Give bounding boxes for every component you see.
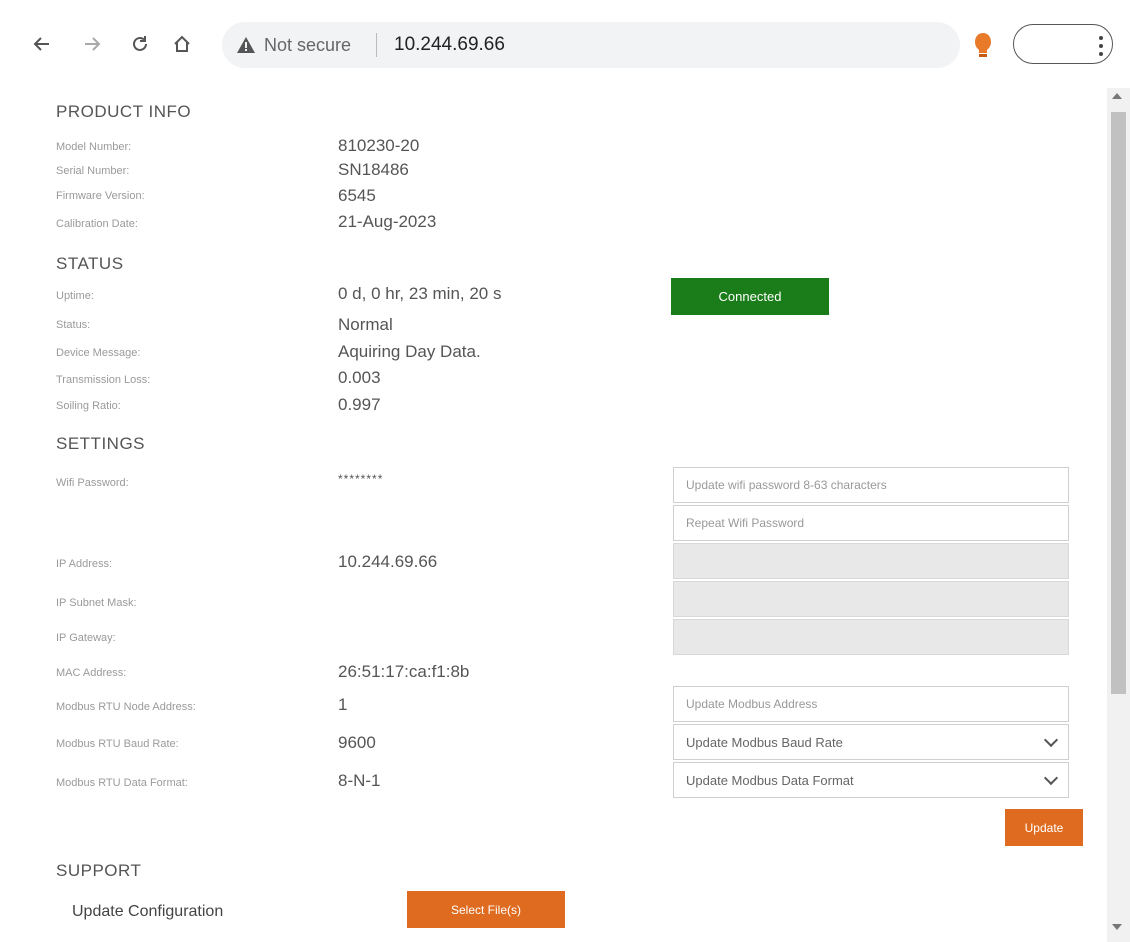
scrollbar-thumb[interactable] (1111, 112, 1126, 694)
firmware-version-value: 6545 (338, 186, 376, 205)
transmission-loss-value: 0.003 (338, 368, 381, 387)
scroll-up-icon[interactable] (1112, 93, 1122, 99)
calibration-date-value: 21-Aug-2023 (338, 212, 437, 231)
product-info-heading: PRODUCT INFO (56, 102, 192, 121)
update-button[interactable]: Update (1005, 809, 1083, 846)
soiling-ratio-label: Soiling Ratio: (56, 400, 121, 412)
soiling-ratio-value: 0.997 (338, 395, 381, 414)
scroll-down-icon[interactable] (1112, 924, 1122, 930)
modbus-baud-rate-label: Modbus RTU Baud Rate: (56, 738, 179, 750)
chevron-down-icon (1043, 732, 1059, 748)
wifi-password-input[interactable] (673, 467, 1069, 503)
modbus-data-format-value: 8-N-1 (338, 771, 381, 790)
modbus-baud-rate-select[interactable]: Update Modbus Baud Rate (673, 724, 1069, 760)
modbus-baud-rate-select-text: Update Modbus Baud Rate (686, 734, 843, 750)
connected-status-button[interactable]: Connected (671, 278, 829, 315)
extension-icon[interactable] (968, 30, 998, 60)
browser-toolbar: Not secure 10.244.69.66 (0, 0, 1130, 88)
modbus-data-format-label: Modbus RTU Data Format: (56, 777, 188, 789)
select-files-button[interactable]: Select File(s) (407, 891, 565, 928)
warning-icon[interactable] (236, 35, 256, 55)
address-bar[interactable]: Not secure 10.244.69.66 (222, 22, 960, 68)
modbus-baud-rate-value: 9600 (338, 733, 376, 752)
ip-subnet-mask-label: IP Subnet Mask: (56, 597, 137, 609)
mac-address-label: MAC Address: (56, 667, 127, 679)
mac-address-value: 26:51:17:ca:f1:8b (338, 662, 470, 681)
reload-icon[interactable] (128, 32, 152, 56)
ip-address-value: 10.244.69.66 (338, 552, 438, 571)
update-configuration-label: Update Configuration (72, 903, 224, 920)
wifi-password-repeat-input[interactable] (673, 505, 1069, 541)
status-heading: STATUS (56, 254, 124, 273)
ip-subnet-mask-input (673, 581, 1069, 617)
back-arrow-icon[interactable] (30, 32, 54, 56)
url-text[interactable]: 10.244.69.66 (394, 34, 505, 56)
uptime-value: 0 d, 0 hr, 23 min, 20 s (338, 284, 502, 303)
device-message-value: Aquiring Day Data. (338, 342, 481, 361)
wifi-password-value: ******** (338, 472, 384, 486)
ip-gateway-input (673, 619, 1069, 655)
support-heading: SUPPORT (56, 861, 142, 880)
serial-number-value: SN18486 (338, 160, 409, 179)
status-label: Status: (56, 319, 91, 331)
ip-gateway-label: IP Gateway: (56, 632, 116, 644)
model-number-value: 810230-20 (338, 136, 420, 155)
transmission-loss-label: Transmission Loss: (56, 374, 151, 386)
home-icon[interactable] (170, 32, 194, 56)
ip-address-label: IP Address: (56, 558, 113, 570)
device-message-label: Device Message: (56, 347, 141, 359)
firmware-version-label: Firmware Version: (56, 190, 145, 202)
model-number-label: Model Number: (56, 141, 132, 153)
modbus-node-address-value: 1 (338, 695, 348, 714)
wifi-password-label: Wifi Password: (56, 477, 129, 489)
forward-arrow-icon[interactable] (80, 32, 104, 56)
modbus-data-format-select[interactable]: Update Modbus Data Format (673, 762, 1069, 798)
settings-heading: SETTINGS (56, 434, 146, 453)
more-menu-icon[interactable] (1098, 34, 1104, 56)
modbus-data-format-select-text: Update Modbus Data Format (686, 772, 854, 788)
not-secure-label: Not secure (264, 35, 352, 55)
ip-address-input (673, 543, 1069, 579)
modbus-node-address-label: Modbus RTU Node Address: (56, 701, 196, 713)
uptime-label: Uptime: (56, 290, 94, 302)
serial-number-label: Serial Number: (56, 165, 130, 177)
omnibox-divider (376, 33, 377, 57)
modbus-address-input[interactable] (673, 686, 1069, 722)
chevron-down-icon (1043, 770, 1059, 786)
calibration-date-label: Calibration Date: (56, 218, 138, 230)
status-value: Normal (338, 315, 393, 334)
